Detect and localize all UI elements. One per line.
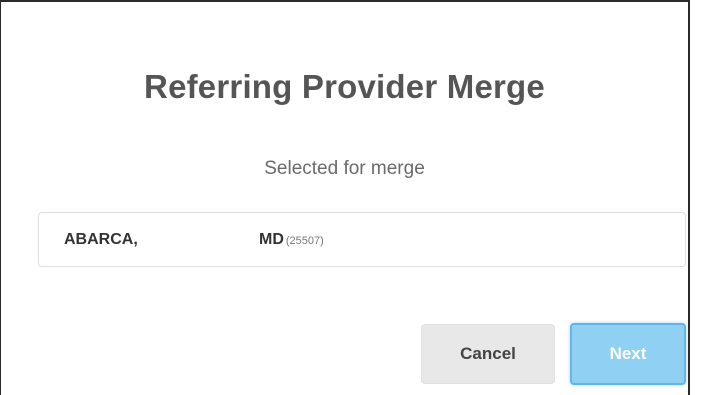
- provider-credential: MD (25507): [259, 231, 324, 249]
- dialog-title: Referring Provider Merge: [144, 68, 545, 105]
- merge-dialog: Referring Provider Merge Selected for me…: [0, 0, 690, 395]
- cancel-button[interactable]: Cancel: [421, 324, 555, 384]
- next-button[interactable]: Next: [570, 323, 686, 385]
- dialog-subtitle: Selected for merge: [264, 158, 425, 179]
- provider-id: (25507): [285, 235, 324, 247]
- provider-suffix: MD: [259, 231, 284, 248]
- provider-last-name: ABARCA,: [64, 231, 138, 248]
- selected-provider-row: ABARCA, MD (25507): [38, 212, 686, 267]
